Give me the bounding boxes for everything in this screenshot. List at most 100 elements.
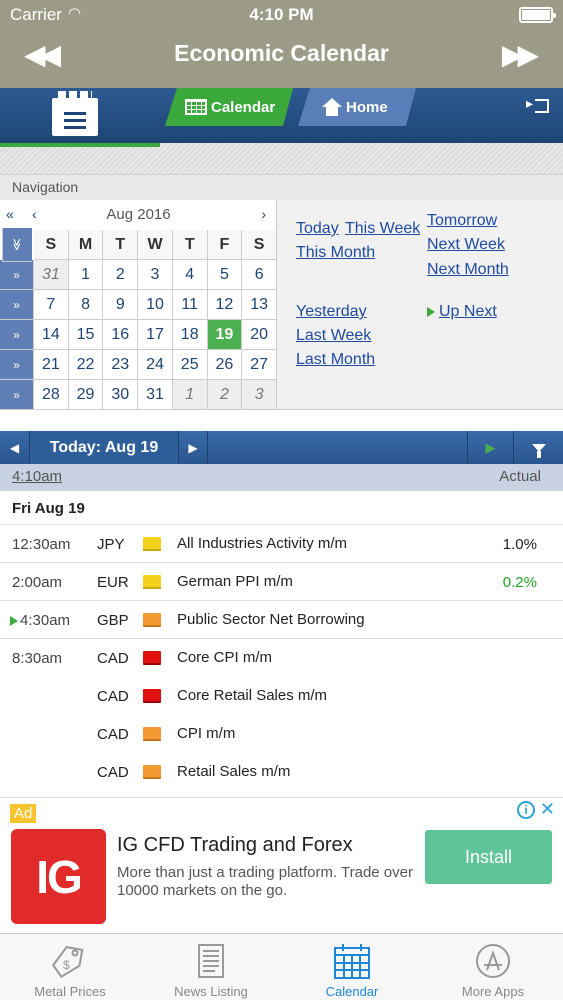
event-time-text: 2:00am xyxy=(12,574,63,591)
calendar-day[interactable]: 25 xyxy=(172,350,208,380)
link-last-week[interactable]: Last Week xyxy=(296,327,371,345)
calendar-day[interactable]: 21 xyxy=(34,350,69,380)
calendar-day[interactable]: 16 xyxy=(103,320,139,350)
week-select-button[interactable]: » xyxy=(0,290,34,320)
link-last-month[interactable]: Last Month xyxy=(296,351,375,369)
calendar-day[interactable]: 14 xyxy=(34,320,69,350)
calendar-day[interactable]: 10 xyxy=(138,290,173,320)
event-row[interactable]: 12:30am JPY All Industries Activity m/m 1.0… xyxy=(0,525,563,563)
event-title[interactable]: Public Sector Net Borrowing xyxy=(177,611,365,628)
jump-to-next-button[interactable]: ▶ xyxy=(467,431,513,464)
link-today[interactable]: Today xyxy=(296,220,339,238)
calendar-day[interactable]: 19 xyxy=(207,320,243,350)
link-this-week[interactable]: This Week xyxy=(345,220,420,238)
week-select-button[interactable]: » xyxy=(0,380,34,410)
event-title[interactable]: Core CPI m/m xyxy=(177,649,272,666)
calendar-day[interactable]: 4 xyxy=(172,260,208,290)
current-time-link[interactable]: 4:10am xyxy=(12,468,62,485)
calendar-day[interactable]: 7 xyxy=(34,290,69,320)
calendar-day[interactable]: 28 xyxy=(34,380,69,410)
week-select-button[interactable]: » xyxy=(0,320,34,350)
ad-banner[interactable]: Ad i ✕ IG IG CFD Trading and Forex More … xyxy=(0,797,563,933)
calendar-day[interactable]: 3 xyxy=(242,380,277,410)
event-row[interactable]: 8:30am CAD Core CPI m/m xyxy=(0,639,563,677)
next-month-button[interactable]: › xyxy=(261,206,266,222)
calendar-day[interactable]: 26 xyxy=(207,350,243,380)
link-next-week[interactable]: Next Week xyxy=(427,236,505,254)
calendar-day[interactable]: 11 xyxy=(172,290,208,320)
calendar-day[interactable]: 18 xyxy=(172,320,208,350)
calendar-day[interactable]: 8 xyxy=(68,290,104,320)
event-title[interactable]: CPI m/m xyxy=(177,725,235,742)
current-date-label[interactable]: Today: Aug 19 xyxy=(30,431,178,464)
collapse-icon[interactable]: ≫ xyxy=(2,228,32,262)
ad-logo[interactable]: IG xyxy=(11,829,106,924)
prev-day-button[interactable]: ◀ xyxy=(0,431,30,464)
impact-folder-icon xyxy=(143,727,161,741)
event-title[interactable]: Core Retail Sales m/m xyxy=(177,687,327,704)
calendar-day[interactable]: 22 xyxy=(68,350,104,380)
event-currency: CAD xyxy=(97,688,129,705)
calendar-day[interactable]: 12 xyxy=(207,290,243,320)
news-icon xyxy=(198,944,224,978)
event-row[interactable]: CAD CPI m/m xyxy=(0,715,563,753)
event-row[interactable]: 2:00am EUR German PPI m/m 0.2% xyxy=(0,563,563,601)
calendar-day[interactable]: 15 xyxy=(68,320,104,350)
tab-more-apps[interactable]: More Apps xyxy=(423,934,563,1000)
date-toolbar: ◀ Today: Aug 19 ▶ ▶ xyxy=(0,431,563,464)
weekday-header: M xyxy=(68,230,104,260)
link-tomorrow[interactable]: Tomorrow xyxy=(427,212,497,230)
week-select-button[interactable]: » xyxy=(0,260,34,290)
calendar-day[interactable]: 27 xyxy=(242,350,277,380)
event-row[interactable]: CAD Retail Sales m/m xyxy=(0,753,563,791)
week-select-button[interactable]: » xyxy=(0,350,34,380)
exit-icon[interactable] xyxy=(526,95,549,113)
link-this-month[interactable]: This Month xyxy=(296,244,375,262)
tab-home-label: Home xyxy=(346,98,388,116)
event-row[interactable]: CAD Core Retail Sales m/m xyxy=(0,677,563,715)
event-time-text: 12:30am xyxy=(12,536,71,553)
event-list: 12:30am JPY All Industries Activity m/m 1.0… xyxy=(0,525,563,791)
navigation-label: Navigation xyxy=(0,174,563,200)
event-title[interactable]: All Industries Activity m/m xyxy=(177,535,347,552)
link-yesterday[interactable]: Yesterday xyxy=(296,303,367,321)
calendar-day[interactable]: 6 xyxy=(242,260,277,290)
quick-links: Today This Week Tomorrow This Month Next… xyxy=(277,200,563,410)
fast-forward-icon[interactable]: ▶▶ xyxy=(502,38,539,71)
tab-calendar[interactable]: Calendar xyxy=(165,88,293,126)
calendar-day[interactable]: 2 xyxy=(103,260,139,290)
site-logo[interactable] xyxy=(52,91,98,136)
install-button[interactable]: Install xyxy=(425,830,552,884)
info-icon[interactable]: i xyxy=(517,801,535,819)
tab-calendar-bottom[interactable]: Calendar xyxy=(282,934,422,1000)
ad-title[interactable]: IG CFD Trading and Forex xyxy=(117,834,353,857)
calendar-day[interactable]: 3 xyxy=(138,260,173,290)
calendar-day[interactable]: 1 xyxy=(68,260,104,290)
calendar-day[interactable]: 17 xyxy=(138,320,173,350)
event-title[interactable]: Retail Sales m/m xyxy=(177,763,290,780)
link-up-next[interactable]: Up Next xyxy=(427,303,497,321)
weekday-header: F xyxy=(207,230,243,260)
calendar-day[interactable]: 30 xyxy=(103,380,139,410)
event-title[interactable]: German PPI m/m xyxy=(177,573,293,590)
tab-news-listing[interactable]: News Listing xyxy=(141,934,281,1000)
calendar-day[interactable]: 29 xyxy=(68,380,104,410)
calendar-day[interactable]: 2 xyxy=(207,380,243,410)
calendar-day[interactable]: 13 xyxy=(242,290,277,320)
calendar-day[interactable]: 24 xyxy=(138,350,173,380)
calendar-day[interactable]: 20 xyxy=(242,320,277,350)
filter-button[interactable] xyxy=(513,431,563,464)
tab-metal-prices-label: Metal Prices xyxy=(34,984,106,999)
calendar-day[interactable]: 5 xyxy=(207,260,243,290)
next-day-button[interactable]: ▶ xyxy=(178,431,208,464)
calendar-day[interactable]: 1 xyxy=(172,380,208,410)
close-icon[interactable]: ✕ xyxy=(540,799,555,820)
calendar-day[interactable]: 23 xyxy=(103,350,139,380)
calendar-day[interactable]: 31 xyxy=(34,260,69,290)
tab-home[interactable]: Home xyxy=(298,88,416,126)
event-row[interactable]: 4:30am GBP Public Sector Net Borrowing xyxy=(0,601,563,639)
calendar-day[interactable]: 31 xyxy=(138,380,173,410)
link-next-month[interactable]: Next Month xyxy=(427,261,509,279)
tab-metal-prices[interactable]: $ Metal Prices xyxy=(0,934,140,1000)
calendar-day[interactable]: 9 xyxy=(103,290,139,320)
